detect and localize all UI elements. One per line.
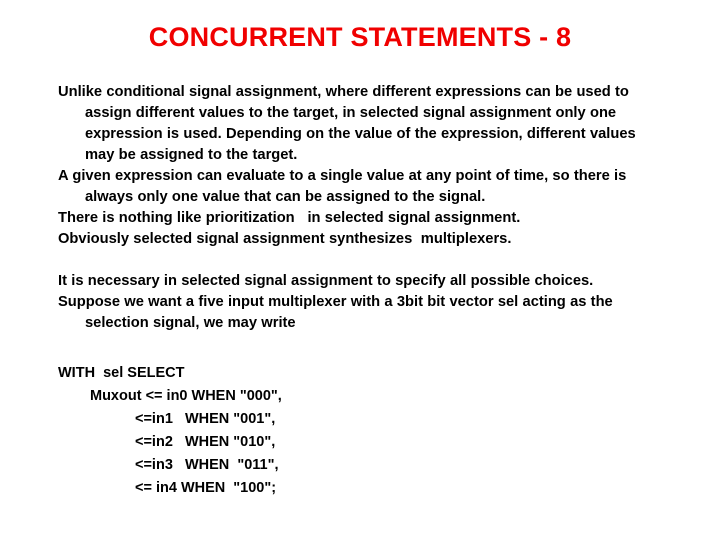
slide-body-text: Unlike conditional signal assignment, wh… <box>58 82 662 334</box>
code-line-in3: <=in3 WHEN "011", <box>135 457 279 473</box>
presentation-slide: CONCURRENT STATEMENTS - 8 Unlike conditi… <box>0 0 720 540</box>
body-paragraph-4: Obviously selected signal assignment syn… <box>58 231 512 247</box>
body-paragraph-5: It is necessary in selected signal assig… <box>58 273 594 289</box>
code-line-in4: <= in4 WHEN "100"; <box>135 480 277 496</box>
code-line-in2: <=in2 WHEN "010", <box>135 434 276 450</box>
page-title: CONCURRENT STATEMENTS - 8 <box>148 22 572 52</box>
code-line-in1: <=in1 WHEN "001", <box>135 411 276 427</box>
body-paragraph-1: Unlike conditional signal assignment, wh… <box>58 84 640 163</box>
code-line-with-sel-select: WITH sel SELECT <box>58 365 185 381</box>
body-paragraph-3: There is nothing like prioritization in … <box>58 210 521 226</box>
body-paragraph-2: A given expression can evaluate to a sin… <box>58 168 631 205</box>
code-line-muxout-in0: Muxout <= in0 WHEN "000", <box>90 388 282 404</box>
vhdl-code-block: WITH sel SELECT Muxout <= in0 WHEN "000"… <box>58 362 558 500</box>
body-paragraph-6: Suppose we want a five input multiplexer… <box>58 294 617 331</box>
